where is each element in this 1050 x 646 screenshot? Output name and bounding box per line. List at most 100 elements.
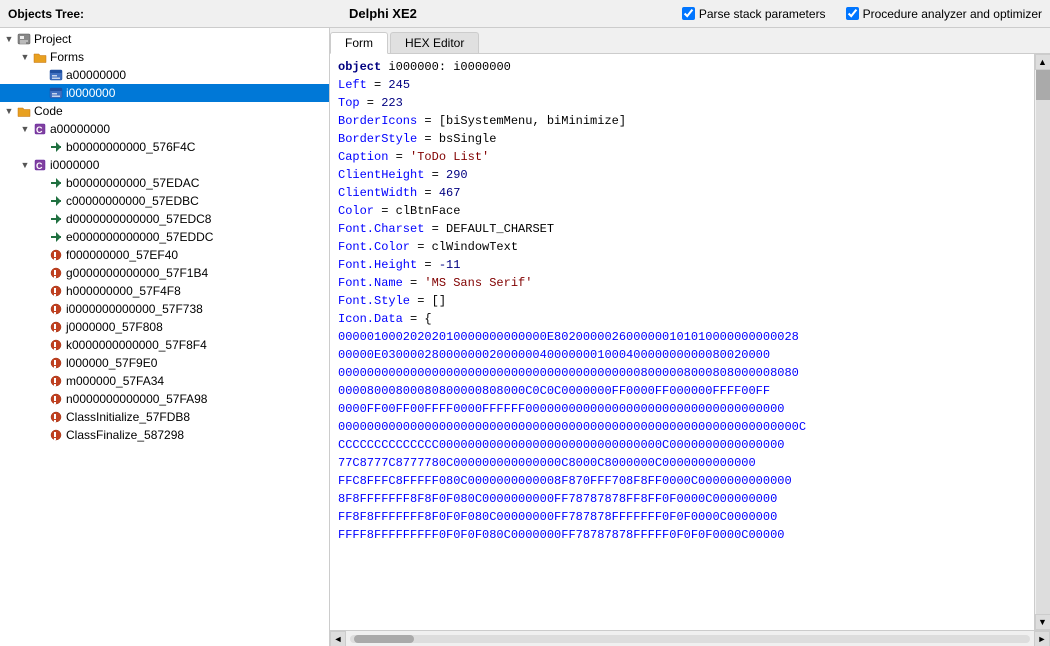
code-part: = {	[403, 312, 432, 326]
tree-node-a00000000[interactable]: a00000000	[0, 66, 329, 84]
code-part: = clWindowText	[410, 240, 518, 254]
parse-stack-option[interactable]: Parse stack parameters	[682, 7, 826, 21]
node-label: h000000000_57F4F8	[66, 284, 181, 298]
expand-button[interactable]: ▼	[2, 32, 16, 46]
h-scroll-thumb[interactable]	[354, 635, 414, 643]
tree-node-forms[interactable]: ▼Forms	[0, 48, 329, 66]
procedure-analyzer-checkbox[interactable]	[846, 7, 859, 20]
expand-button	[34, 266, 48, 280]
procedure-analyzer-option[interactable]: Procedure analyzer and optimizer	[846, 7, 1042, 21]
code-line: 00000100020202010000000000000E8020000026…	[338, 328, 1026, 346]
tree-node-k000000_57F8F4[interactable]: k0000000000000_57F8F4	[0, 336, 329, 354]
node-label: l000000_57F9E0	[66, 356, 157, 370]
editor-content[interactable]: object i000000: i0000000 Left = 245 Top …	[330, 54, 1034, 630]
expand-button[interactable]: ▼	[2, 104, 16, 118]
expand-button	[34, 428, 48, 442]
node-icon	[48, 373, 64, 389]
vertical-scrollbar[interactable]: ▲ ▼	[1034, 54, 1050, 630]
expand-button[interactable]: ▼	[18, 50, 32, 64]
scroll-down-arrow[interactable]: ▼	[1035, 614, 1050, 630]
node-label: g0000000000000_57F1B4	[66, 266, 208, 280]
expand-button	[34, 140, 48, 154]
node-icon	[48, 193, 64, 209]
expand-button	[34, 248, 48, 262]
node-icon	[48, 229, 64, 245]
tab-hex[interactable]: HEX Editor	[390, 32, 479, 53]
tree-node-n000000_57FA98[interactable]: n0000000000000_57FA98	[0, 390, 329, 408]
node-icon	[48, 283, 64, 299]
tree-node-i000000_57F738[interactable]: i0000000000000_57F738	[0, 300, 329, 318]
tree-node-e000000_57EDDC[interactable]: e0000000000000_57EDDC	[0, 228, 329, 246]
code-part: Icon.Data	[338, 312, 403, 326]
tree-node-l000000_57F9E0[interactable]: l000000_57F9E0	[0, 354, 329, 372]
h-scroll-track[interactable]	[350, 635, 1030, 643]
code-part: =	[367, 78, 389, 92]
tree-node-m000000_57FA34[interactable]: m000000_57FA34	[0, 372, 329, 390]
hex-data: 0000000000000000000000000000000000000000…	[338, 420, 806, 434]
node-label: d0000000000000_57EDC8	[66, 212, 211, 226]
code-part: =	[360, 96, 382, 110]
node-label: a00000000	[66, 68, 126, 82]
top-bar: Objects Tree: Delphi XE2 Parse stack par…	[0, 0, 1050, 28]
node-icon	[48, 427, 64, 443]
tree-node-f000000_57EF40[interactable]: f000000000_57EF40	[0, 246, 329, 264]
code-part: -11	[439, 258, 461, 272]
hex-data: FFC8FFFC8FFFFF080C0000000000008F870FFF70…	[338, 474, 792, 488]
tree-node-d000000_57EDC8[interactable]: d0000000000000_57EDC8	[0, 210, 329, 228]
tree-node-b000000_57EDAC[interactable]: b00000000000_57EDAC	[0, 174, 329, 192]
tree-node-b000000_576F4C[interactable]: b00000000000_576F4C	[0, 138, 329, 156]
hex-data: 0000000000000000000000000000000000000000…	[338, 366, 799, 380]
expand-button	[34, 374, 48, 388]
expand-button	[34, 356, 48, 370]
tree-node-i0000000_code[interactable]: ▼Ci0000000	[0, 156, 329, 174]
expand-button[interactable]: ▼	[18, 122, 32, 136]
code-part: Font.Charset	[338, 222, 424, 236]
node-label: n0000000000000_57FA98	[66, 392, 207, 406]
node-label: m000000_57FA34	[66, 374, 164, 388]
expand-button	[34, 230, 48, 244]
tree-node-project[interactable]: ▼Project	[0, 30, 329, 48]
tree-node-ClassInit_57FDB8[interactable]: ClassInitialize_57FDB8	[0, 408, 329, 426]
code-part: Font.Color	[338, 240, 410, 254]
tree-node-i0000000[interactable]: i0000000	[0, 84, 329, 102]
expand-button[interactable]: ▼	[18, 158, 32, 172]
node-label: b00000000000_576F4C	[66, 140, 195, 154]
scroll-right-arrow[interactable]: ►	[1034, 631, 1050, 646]
tree-node-g000000_57F1B4[interactable]: g0000000000000_57F1B4	[0, 264, 329, 282]
tree-node-code[interactable]: ▼Code	[0, 102, 329, 120]
scroll-up-arrow[interactable]: ▲	[1035, 54, 1050, 70]
code-line: Left = 245	[338, 76, 1026, 94]
node-label: i0000000000000_57F738	[66, 302, 203, 316]
expand-button	[34, 392, 48, 406]
code-part: =	[417, 186, 439, 200]
code-line: ClientWidth = 467	[338, 184, 1026, 202]
tree-node-j000000_57F808[interactable]: j0000000_57F808	[0, 318, 329, 336]
code-line: 00000E0300002800000002000000400000001000…	[338, 346, 1026, 364]
scroll-left-arrow[interactable]: ◄	[330, 631, 346, 646]
editor-area: object i000000: i0000000 Left = 245 Top …	[330, 54, 1050, 646]
node-icon	[16, 103, 32, 119]
parse-stack-label: Parse stack parameters	[699, 7, 826, 21]
parse-stack-checkbox[interactable]	[682, 7, 695, 20]
expand-button	[34, 320, 48, 334]
tab-form[interactable]: Form	[330, 32, 388, 54]
tree-node-a00000000_code[interactable]: ▼Ca00000000	[0, 120, 329, 138]
scroll-track[interactable]	[1036, 70, 1050, 614]
tree-node-c000000_57EDBC[interactable]: c00000000000_57EDBC	[0, 192, 329, 210]
code-line: object i000000: i0000000	[338, 58, 1026, 76]
tree-node-h000000_57F4F8[interactable]: h000000000_57F4F8	[0, 282, 329, 300]
node-icon: C	[32, 157, 48, 173]
hex-data: 8F8FFFFFFF8F8F0F080C0000000000FF78787878…	[338, 492, 777, 506]
code-part: Color	[338, 204, 374, 218]
node-icon: C	[32, 121, 48, 137]
scroll-thumb[interactable]	[1036, 70, 1050, 100]
tree-container[interactable]: ▼Project▼Forms a00000000 i0000000▼Code▼Ca0…	[0, 28, 329, 646]
node-label: f000000000_57EF40	[66, 248, 178, 262]
code-line: 0000000000000000000000000000000000000000…	[338, 418, 1026, 436]
hex-data: FF8F8FFFFFFF8F0F0F080C00000000FF787878FF…	[338, 510, 777, 524]
expand-button	[34, 194, 48, 208]
tree-node-ClassFin_587298[interactable]: ClassFinalize_587298	[0, 426, 329, 444]
node-icon	[48, 409, 64, 425]
horizontal-scrollbar[interactable]: ◄ ►	[330, 630, 1050, 646]
hex-data: 00008000800080800000808000C0C0C0000000FF…	[338, 384, 770, 398]
